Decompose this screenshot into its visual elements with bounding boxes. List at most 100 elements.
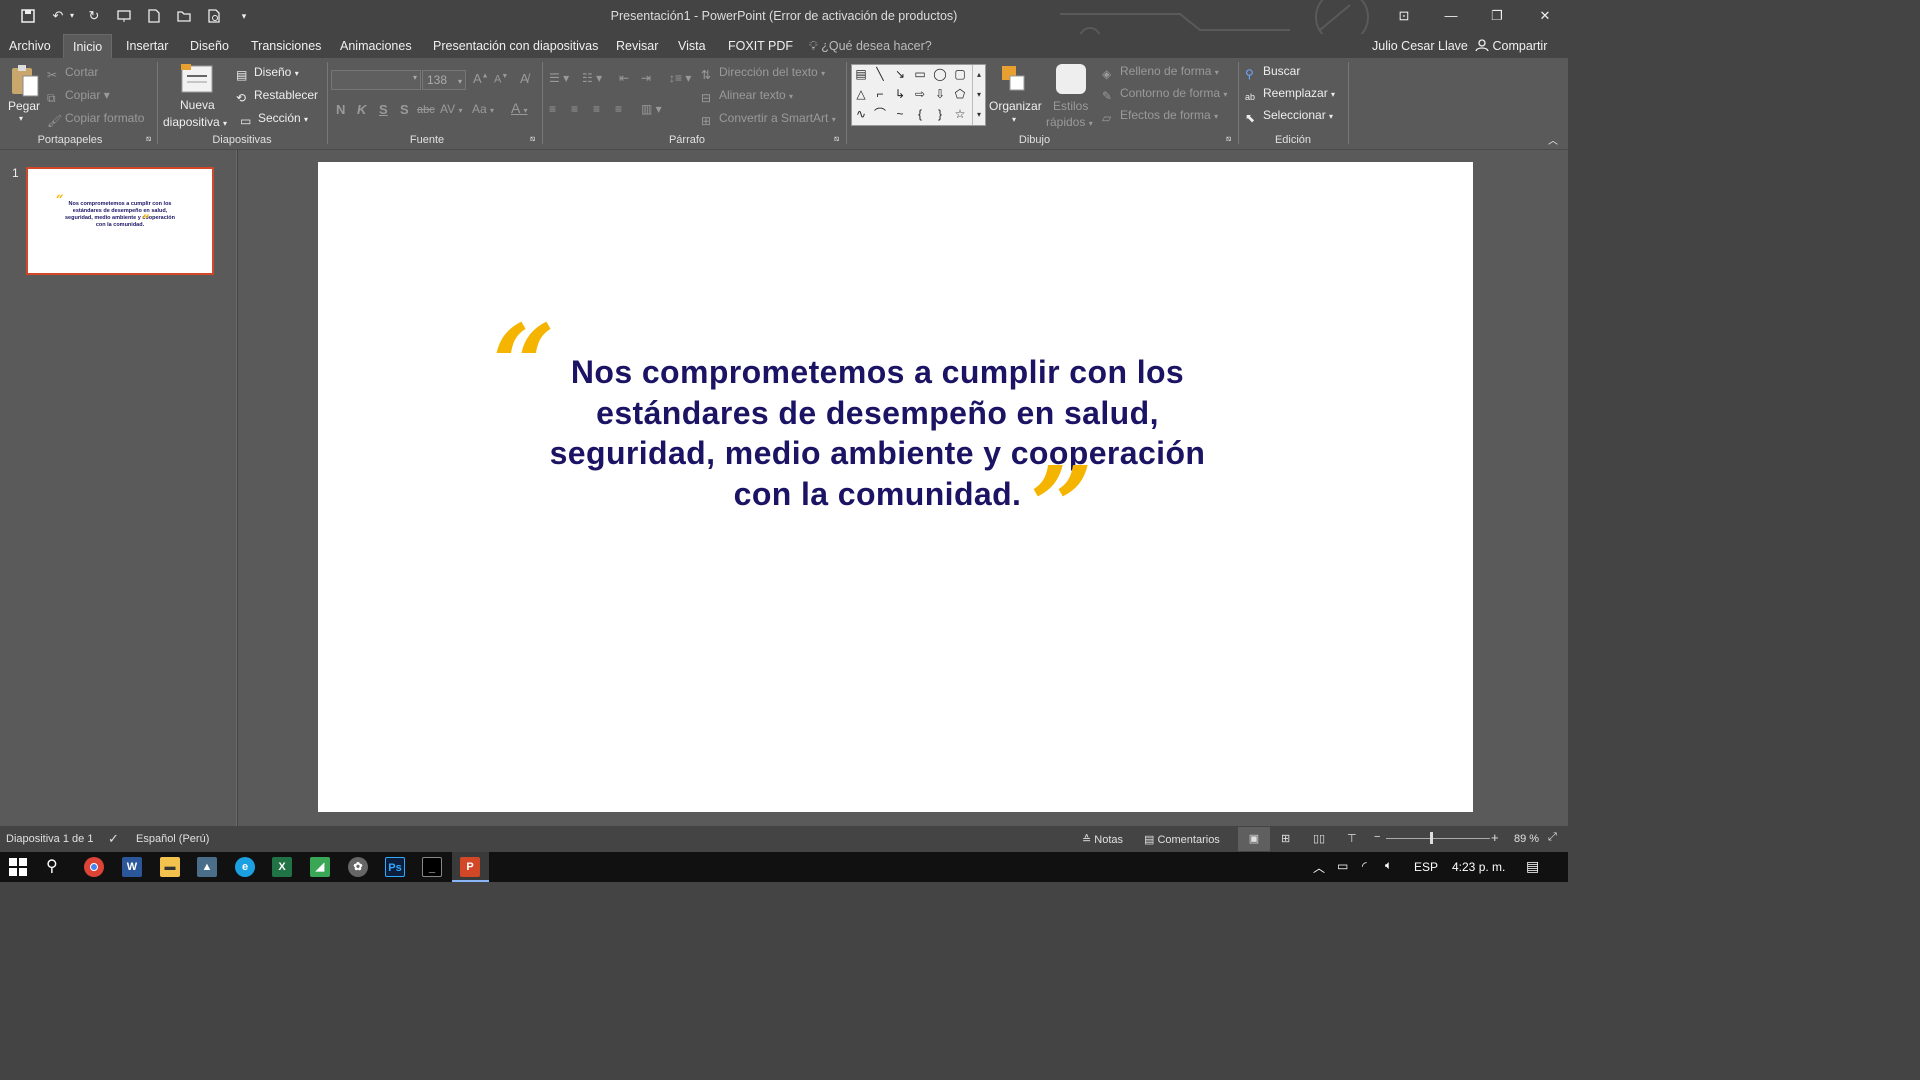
- left-brace-shape-icon[interactable]: {: [912, 106, 928, 122]
- freeform-shape-icon[interactable]: ∿: [853, 106, 869, 122]
- browser-e-icon[interactable]: e: [235, 857, 255, 877]
- paste-button[interactable]: Pegar: [8, 99, 40, 113]
- clipboard-launcher-icon[interactable]: ⧅: [146, 134, 151, 144]
- arc-shape-icon[interactable]: ⌒: [872, 106, 888, 122]
- down-arrow-shape-icon[interactable]: ⇩: [932, 86, 948, 102]
- comments-button[interactable]: ▤ Comentarios: [1144, 833, 1220, 846]
- section-button[interactable]: ▭ Sección ▾: [240, 111, 308, 128]
- reading-view-icon[interactable]: ▯▯: [1313, 832, 1325, 845]
- reset-button[interactable]: ⟲ Restablecer: [236, 88, 318, 105]
- font-name-box[interactable]: ▾: [331, 70, 421, 90]
- copy-button[interactable]: ⧉ Copiar ▾: [47, 88, 110, 105]
- layout-button[interactable]: ▤ Diseño ▾: [236, 65, 299, 82]
- align-text-button[interactable]: ⊟ Alinear texto ▾: [701, 88, 793, 105]
- user-name[interactable]: Julio Cesar Llave: [1363, 34, 1477, 58]
- bullets-icon[interactable]: ☰ ▾: [549, 71, 569, 85]
- quick-styles-label-2[interactable]: rápidos ▾: [1046, 115, 1093, 129]
- tab-diseno[interactable]: Diseño: [181, 34, 238, 58]
- tab-transiciones[interactable]: Transiciones: [242, 34, 330, 58]
- file-explorer-icon[interactable]: ▬: [160, 857, 180, 877]
- notifications-icon[interactable]: ▤: [1526, 858, 1539, 875]
- green-app-icon[interactable]: ◢: [310, 857, 330, 877]
- tab-revisar[interactable]: Revisar: [607, 34, 667, 58]
- italic-button[interactable]: K: [357, 102, 366, 117]
- elbow-connector-shape-icon[interactable]: ⌐: [872, 86, 888, 102]
- arrange-dropdown-icon[interactable]: ▾: [1012, 115, 1016, 124]
- shape-outline-button[interactable]: ✎ Contorno de forma ▾: [1102, 86, 1227, 103]
- text-direction-button[interactable]: ⇅ Dirección del texto ▾: [701, 65, 825, 82]
- change-case-button[interactable]: Aa ▾: [472, 102, 494, 116]
- tab-insertar[interactable]: Insertar: [117, 34, 177, 58]
- rounded-rect-shape-icon[interactable]: ▢: [952, 66, 968, 82]
- shape-fill-button[interactable]: ◈ Relleno de forma ▾: [1102, 64, 1219, 81]
- tab-foxit[interactable]: FOXIT PDF: [719, 34, 802, 58]
- input-language[interactable]: ESP: [1414, 860, 1438, 874]
- font-color-button[interactable]: A ▾: [511, 100, 527, 116]
- font-dropdown-icon[interactable]: ▾: [413, 73, 417, 82]
- line-spacing-icon[interactable]: ↕≡ ▾: [669, 71, 691, 85]
- zoom-level[interactable]: 89 %: [1514, 833, 1539, 845]
- smartart-button[interactable]: ⊞ Convertir a SmartArt ▾: [701, 111, 836, 128]
- slide-quote-text[interactable]: Nos comprometemos a cumplir con los está…: [520, 352, 1235, 514]
- battery-icon[interactable]: ▭: [1337, 859, 1348, 873]
- quick-styles-icon[interactable]: [1056, 64, 1086, 94]
- spell-check-icon[interactable]: ✓︎: [108, 831, 119, 847]
- show-hidden-icons[interactable]: ︿: [1313, 859, 1325, 876]
- clear-format-icon[interactable]: A̸: [520, 71, 529, 86]
- align-left-icon[interactable]: ≡: [549, 102, 556, 116]
- strikethrough-button[interactable]: abc: [417, 104, 435, 116]
- terminal-icon[interactable]: _: [422, 857, 442, 877]
- elbow-arrow-shape-icon[interactable]: ↳: [892, 86, 908, 102]
- quick-styles-label-1[interactable]: Estilos: [1053, 99, 1088, 113]
- shape-effects-button[interactable]: ▱ Efectos de forma ▾: [1102, 108, 1218, 125]
- clock[interactable]: 4:23 p. m.: [1452, 860, 1505, 874]
- increase-indent-icon[interactable]: ⇥: [641, 71, 651, 85]
- char-spacing-button[interactable]: AV ▾: [440, 102, 462, 116]
- arrange-button[interactable]: Organizar: [989, 99, 1042, 113]
- collapse-ribbon-icon[interactable]: ︿: [1548, 132, 1558, 147]
- star-shape-icon[interactable]: ☆: [952, 106, 968, 122]
- align-center-icon[interactable]: ≡: [571, 102, 578, 116]
- shapes-scroll[interactable]: ▴ ▾ ▾: [972, 65, 985, 125]
- tab-vista[interactable]: Vista: [669, 34, 715, 58]
- image-viewer-icon[interactable]: ▲: [197, 857, 217, 877]
- arrange-icon[interactable]: [1000, 64, 1030, 96]
- powerpoint-taskbar-button[interactable]: P: [452, 852, 489, 882]
- new-slide-label-2[interactable]: diapositiva ▾: [163, 115, 227, 129]
- curve-shape-icon[interactable]: ~: [892, 106, 908, 122]
- language-status[interactable]: Español (Perú): [136, 833, 209, 845]
- select-button[interactable]: ⬉ Seleccionar ▾: [1245, 108, 1333, 125]
- chrome-icon[interactable]: [84, 857, 104, 877]
- tab-archivo[interactable]: Archivo: [0, 34, 60, 58]
- tell-me-box[interactable]: 💡︎ ¿Qué desea hacer?: [800, 34, 941, 58]
- columns-icon[interactable]: ▥ ▾: [641, 102, 662, 116]
- normal-view-icon[interactable]: ▣: [1238, 827, 1270, 851]
- slide-sorter-icon[interactable]: ⊞: [1281, 832, 1290, 845]
- minimize-button[interactable]: —: [1438, 6, 1464, 26]
- rectangle-shape-icon[interactable]: ▭: [912, 66, 928, 82]
- triangle-shape-icon[interactable]: △: [853, 86, 869, 102]
- right-arrow-shape-icon[interactable]: ⇨: [912, 86, 928, 102]
- word-icon[interactable]: W: [122, 857, 142, 877]
- zoom-slider[interactable]: [1386, 838, 1490, 839]
- windows-start-icon[interactable]: [9, 858, 27, 879]
- numbering-icon[interactable]: ☷ ▾: [582, 71, 602, 85]
- ribbon-display-options-icon[interactable]: ⊡: [1391, 6, 1417, 26]
- zoom-slider-thumb[interactable]: [1430, 832, 1433, 844]
- shapes-gallery[interactable]: ▤ ╲ ↘ ▭ ◯ ▢ △ ⌐ ↳ ⇨ ⇩ ⬠ ∿ ⌒ ~ { } ☆ ▴ ▾ ▾: [851, 64, 986, 126]
- search-icon[interactable]: ⚲: [46, 856, 58, 876]
- paste-dropdown-icon[interactable]: ▾: [19, 114, 23, 123]
- paragraph-launcher-icon[interactable]: ⧅: [834, 134, 839, 144]
- replace-button[interactable]: ab Reemplazar ▾: [1245, 86, 1335, 106]
- tab-presentacion[interactable]: Presentación con diapositivas: [424, 34, 607, 58]
- new-slide-label-1[interactable]: Nueva: [180, 98, 215, 112]
- shadow-button[interactable]: S: [400, 102, 409, 117]
- decrease-indent-icon[interactable]: ⇤: [619, 71, 629, 85]
- snip-rect-shape-icon[interactable]: ⬠: [952, 86, 968, 102]
- paste-icon[interactable]: [10, 64, 39, 98]
- format-painter-button[interactable]: 🖌︎ Copiar formato: [47, 111, 144, 128]
- slide-thumbnail[interactable]: Nos comprometemos a cumplir con los está…: [26, 167, 214, 275]
- shrink-font-icon[interactable]: A▼: [494, 73, 508, 86]
- font-launcher-icon[interactable]: ⧅: [530, 134, 535, 144]
- oval-shape-icon[interactable]: ◯: [932, 66, 948, 82]
